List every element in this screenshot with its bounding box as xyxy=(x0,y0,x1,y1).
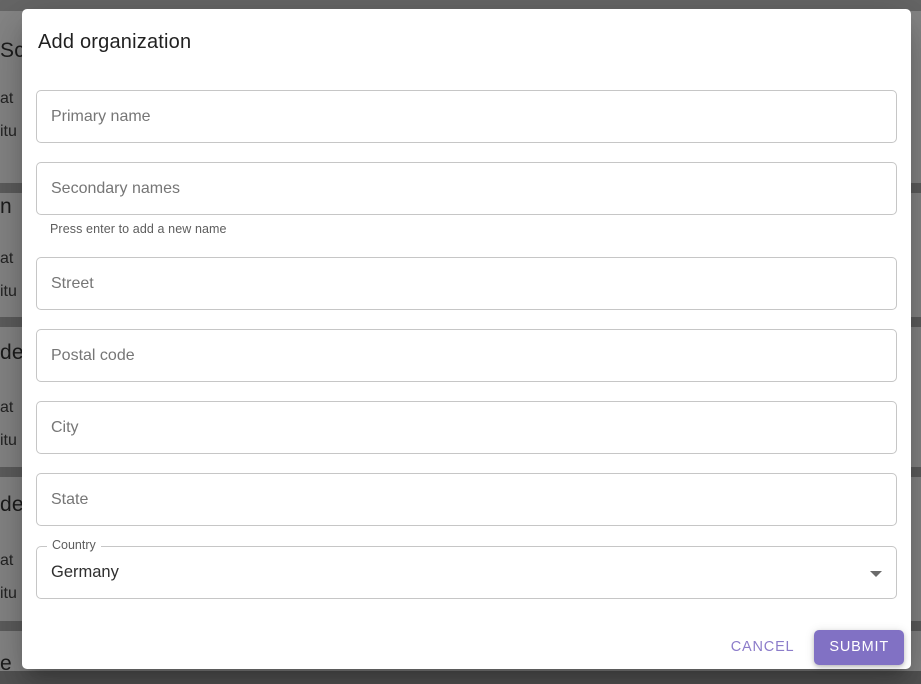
dialog-actions: CANCEL SUBMIT xyxy=(36,630,904,665)
dialog-title: Add organization xyxy=(38,31,192,53)
country-selected-value: Germany xyxy=(51,563,119,581)
background-text-fragment: at xyxy=(0,552,14,569)
background-text-fragment: at xyxy=(0,399,14,416)
street-field xyxy=(36,257,897,310)
background-text-fragment: at xyxy=(0,90,14,107)
secondary-names-field xyxy=(36,162,897,215)
postal-code-input[interactable] xyxy=(36,329,897,382)
country-select[interactable]: Country Germany xyxy=(36,538,897,599)
background-text-fragment: itu xyxy=(0,585,17,602)
background-bottom-bar xyxy=(0,671,921,684)
cancel-button[interactable]: CANCEL xyxy=(721,630,805,665)
state-field xyxy=(36,473,897,526)
add-organization-dialog: Add organization Press enter to add a ne… xyxy=(22,9,911,669)
city-field xyxy=(36,401,897,454)
primary-name-field xyxy=(36,90,897,143)
street-input[interactable] xyxy=(36,257,897,310)
background-text-fragment: itu xyxy=(0,283,17,300)
country-select-label: Country xyxy=(47,538,101,552)
background-text-fragment: de xyxy=(0,493,24,516)
city-input[interactable] xyxy=(36,401,897,454)
state-input[interactable] xyxy=(36,473,897,526)
postal-code-field xyxy=(36,329,897,382)
background-text-fragment: at xyxy=(0,250,14,267)
background-text-fragment: de xyxy=(0,341,24,364)
secondary-names-helper-text: Press enter to add a new name xyxy=(50,222,227,236)
primary-name-input[interactable] xyxy=(36,90,897,143)
background-text-fragment: itu xyxy=(0,123,17,140)
secondary-names-input[interactable] xyxy=(36,162,897,215)
background-text-fragment: n xyxy=(0,195,12,218)
chevron-down-icon xyxy=(870,570,882,577)
background-text-fragment: itu xyxy=(0,432,17,449)
submit-button[interactable]: SUBMIT xyxy=(814,630,904,665)
